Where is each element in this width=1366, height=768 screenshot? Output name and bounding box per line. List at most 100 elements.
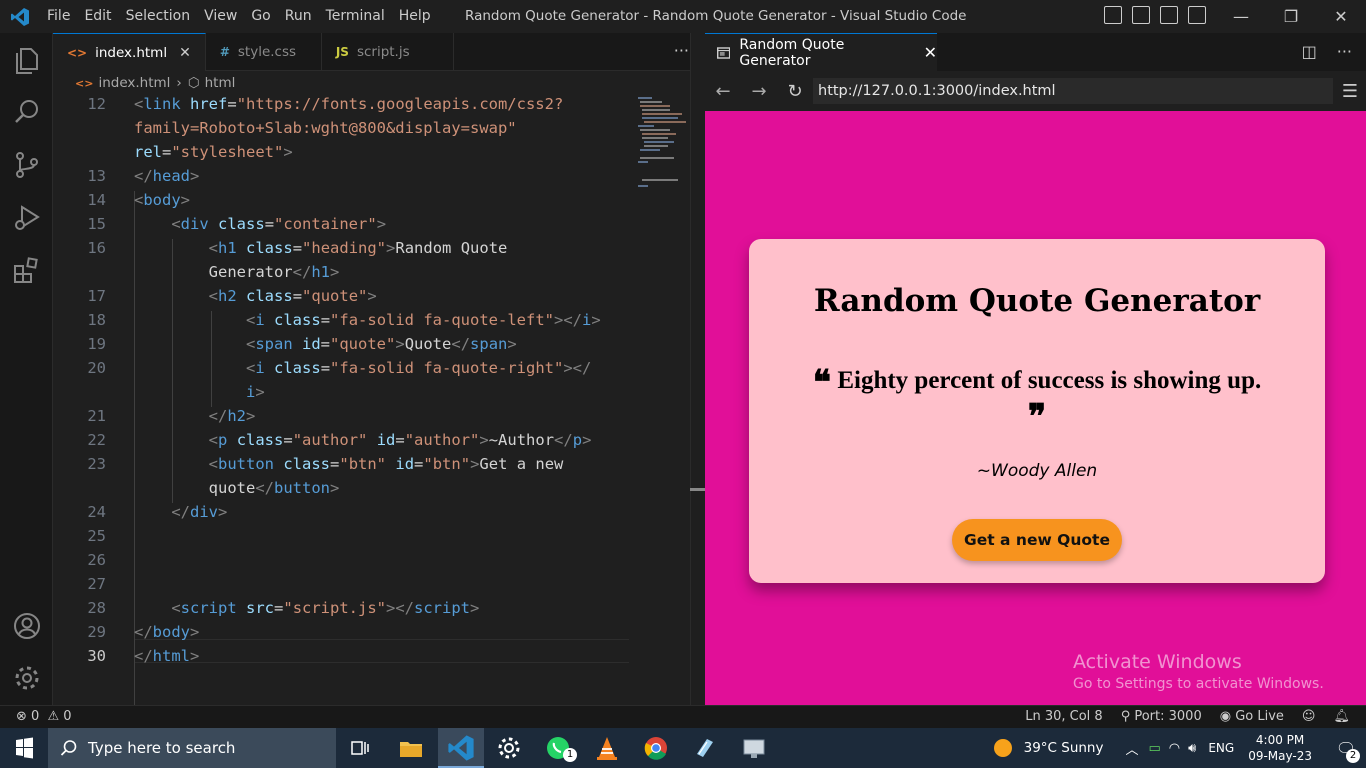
js-file-icon: JS: [335, 45, 349, 59]
forward-arrow-icon[interactable]: →: [741, 81, 777, 102]
menu-help[interactable]: Help: [392, 0, 438, 33]
quote-left-icon: ❝: [812, 363, 832, 403]
toggle-panel-icon[interactable]: [1132, 6, 1150, 24]
menu-file[interactable]: File: [40, 0, 77, 33]
feedback-icon[interactable]: ☺: [1302, 709, 1316, 724]
taskbar-search[interactable]: Type here to search: [48, 728, 336, 768]
tab-script-js[interactable]: JS script.js: [322, 33, 454, 71]
vlc-icon[interactable]: [593, 734, 621, 762]
line-number: 12: [87, 95, 106, 113]
line-number: 17: [87, 287, 106, 305]
new-quote-button[interactable]: Get a new Quote: [952, 519, 1122, 561]
file-explorer-icon[interactable]: [397, 734, 425, 762]
run-debug-icon[interactable]: [12, 202, 42, 232]
breadcrumb-node[interactable]: html: [205, 75, 236, 91]
search-placeholder: Type here to search: [88, 739, 236, 757]
editor-scrollbar[interactable]: [690, 33, 705, 705]
menu-edit[interactable]: Edit: [77, 0, 118, 33]
code-editor[interactable]: 12 <link href="https://fonts.googleapis.c…: [53, 95, 690, 705]
minimize-button[interactable]: —: [1216, 0, 1266, 33]
line-number: 29: [87, 623, 106, 641]
chevron-up-icon[interactable]: ︿: [1125, 739, 1138, 758]
notification-count: 2: [1346, 748, 1360, 763]
browser-preview-icon: [717, 46, 731, 59]
restore-button[interactable]: ❐: [1266, 0, 1316, 33]
scroll-thumb[interactable]: [690, 488, 705, 491]
reload-icon[interactable]: ↻: [777, 81, 813, 102]
line-code: <p class="author" id="author">~Author</p…: [208, 431, 592, 449]
clock[interactable]: 4:00 PM 09-May-23: [1248, 732, 1312, 764]
window-title: Random Quote Generator - Random Quote Ge…: [465, 8, 967, 24]
port-indicator[interactable]: ⚲ Port: 3000: [1121, 709, 1202, 724]
more-actions-icon[interactable]: ···: [674, 41, 689, 60]
editor-tab-bar: <> index.html ✕ # style.css JS script.js…: [53, 33, 705, 71]
task-view-icon[interactable]: [346, 734, 374, 762]
search-icon: [60, 740, 77, 756]
weather-sun-icon[interactable]: [993, 739, 1012, 757]
vscode-taskbar-icon[interactable]: [447, 734, 475, 762]
breadcrumb-file[interactable]: index.html: [98, 75, 170, 91]
extensions-icon[interactable]: [12, 255, 42, 285]
accounts-icon[interactable]: [12, 611, 42, 641]
browser-toolbar: ← → ↻ http://127.0.0.1:3000/index.html ☰: [705, 71, 1366, 111]
go-live-button[interactable]: ◉ Go Live: [1220, 709, 1284, 724]
tab-index-html[interactable]: <> index.html ✕: [53, 33, 206, 71]
settings-gear-icon[interactable]: [12, 663, 42, 693]
weather-text[interactable]: 39°C Sunny: [1024, 740, 1104, 756]
customize-layout-icon[interactable]: [1188, 6, 1206, 24]
time: 4:00 PM: [1255, 733, 1305, 747]
element-icon: ⬡: [187, 75, 200, 91]
tab-preview[interactable]: Random Quote Generator ✕: [705, 33, 937, 71]
wifi-icon[interactable]: ◠: [1169, 741, 1180, 756]
split-editor-icon[interactable]: ◫: [1302, 42, 1317, 61]
close-window-button[interactable]: ✕: [1316, 0, 1366, 33]
menu-hamburger-icon[interactable]: ☰: [1342, 81, 1358, 102]
chrome-icon[interactable]: [642, 734, 670, 762]
problems-indicator[interactable]: ⊗ 0 ⚠ 0: [16, 709, 72, 724]
menu-terminal[interactable]: Terminal: [319, 0, 392, 33]
toggle-primary-sidebar-icon[interactable]: [1104, 6, 1122, 24]
close-tab-icon[interactable]: ✕: [179, 45, 191, 61]
url-input[interactable]: http://127.0.0.1:3000/index.html: [813, 78, 1333, 104]
toggle-secondary-sidebar-icon[interactable]: [1160, 6, 1178, 24]
source-control-icon[interactable]: [12, 150, 42, 180]
notifications-bell-icon[interactable]: 🔔︎: [1333, 709, 1350, 724]
html-file-icon: <>: [67, 45, 88, 60]
menu-view[interactable]: View: [197, 0, 244, 33]
tab-label: index.html: [95, 44, 168, 61]
search-icon[interactable]: [12, 97, 42, 127]
more-actions-icon[interactable]: ···: [1337, 42, 1352, 61]
windows-start-icon[interactable]: [0, 728, 48, 768]
volume-icon[interactable]: 🔊︎: [1188, 741, 1196, 756]
author-text: ~Woody Allen: [976, 461, 1098, 481]
minimap[interactable]: [636, 95, 690, 195]
back-arrow-icon[interactable]: ←: [705, 81, 741, 102]
settings-gear-icon[interactable]: [495, 734, 523, 762]
html-file-icon: <>: [75, 76, 94, 90]
line-number: 13: [87, 167, 106, 185]
remote-desktop-icon[interactable]: [740, 734, 768, 762]
tab-label: script.js: [356, 44, 410, 60]
whatsapp-badge: 1: [563, 748, 577, 762]
line-code: i>: [245, 383, 265, 401]
line-number: 22: [87, 431, 106, 449]
menu-selection[interactable]: Selection: [119, 0, 198, 33]
current-line-highlight: [134, 639, 629, 663]
status-right: Ln 30, Col 8 ⚲ Port: 3000 ◉ Go Live ☺ 🔔︎: [1025, 709, 1350, 724]
tab-style-css[interactable]: # style.css: [206, 33, 322, 71]
vscode-logo-icon[interactable]: [0, 7, 40, 27]
notification-center-icon[interactable]: 🗨︎ 2: [1326, 739, 1366, 763]
line-code: </head>: [134, 167, 200, 185]
line-code: </h2>: [208, 407, 256, 425]
line-number: 27: [87, 575, 106, 593]
cursor-position[interactable]: Ln 30, Col 8: [1025, 709, 1102, 724]
notepad-icon[interactable]: [691, 734, 719, 762]
menu-run[interactable]: Run: [278, 0, 319, 33]
title-bar: File Edit Selection View Go Run Terminal…: [0, 0, 1366, 33]
close-tab-icon[interactable]: ✕: [924, 43, 937, 62]
explorer-icon[interactable]: [12, 45, 42, 75]
menu-go[interactable]: Go: [244, 0, 277, 33]
language-indicator[interactable]: ENG: [1208, 741, 1234, 755]
battery-icon[interactable]: ▭: [1149, 741, 1161, 756]
line-code: rel="stylesheet">: [134, 143, 293, 161]
